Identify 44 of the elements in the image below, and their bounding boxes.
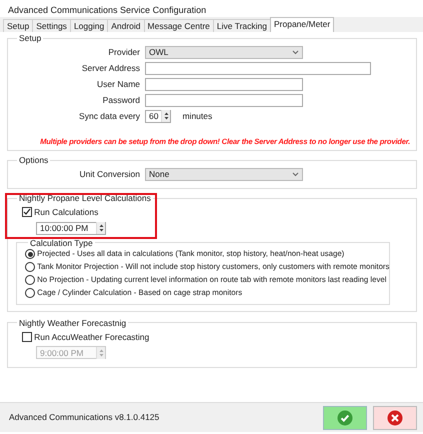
field-label: Unit Conversion (78, 169, 140, 180)
tab[interactable]: Propane/Meter (270, 17, 334, 32)
field-label: Provider (107, 46, 140, 58)
spin-field[interactable]: 60 (145, 110, 172, 122)
version-label: Advanced Communications v8.1.0.4125 (9, 412, 160, 423)
tab[interactable]: Setup (3, 19, 34, 32)
spin-field[interactable]: 10:00:00 PM (36, 222, 106, 235)
field-label: User Name (96, 78, 140, 90)
group-title: Calculation Type (29, 238, 94, 248)
dropdown[interactable]: None (145, 168, 303, 181)
close-icon (387, 410, 403, 426)
radio-button[interactable] (25, 275, 35, 286)
tab[interactable]: Logging (70, 19, 108, 32)
tab[interactable]: Android (107, 19, 145, 32)
group-title: Options (18, 156, 50, 165)
spinner-arrows-icon (162, 110, 172, 122)
checkbox-box[interactable] (22, 332, 32, 342)
field-label: Password (102, 94, 140, 106)
window-title: Advanced Communications Service Configuration (7, 4, 208, 17)
field-label: Server Address (80, 62, 140, 74)
group-title: Nightly Weather Forecastnig (18, 318, 128, 328)
tab[interactable]: Settings (32, 19, 71, 32)
radio-button[interactable] (25, 262, 35, 272)
cancel-button[interactable] (373, 406, 417, 430)
check-circle-icon (337, 410, 353, 426)
chevron-down-icon (292, 172, 299, 177)
checkbox[interactable]: Run Calculations (22, 207, 410, 218)
input-field[interactable] (145, 62, 371, 74)
group-title: Setup (18, 34, 42, 42)
unit-label: minutes (182, 110, 212, 122)
input-field[interactable] (145, 78, 303, 90)
password-field[interactable] (145, 94, 303, 106)
field-label: Sync data every (78, 110, 140, 122)
tab[interactable]: Message Centre (144, 19, 214, 32)
group-title: Nightly Propane Level Calculations (18, 194, 152, 202)
chevron-down-icon (292, 50, 299, 54)
ok-button[interactable] (323, 406, 367, 430)
tab[interactable]: Live Tracking (212, 19, 271, 32)
check-icon (23, 208, 31, 216)
radio-button[interactable] (25, 288, 35, 298)
dropdown[interactable]: OWL (145, 46, 303, 58)
radio-button[interactable] (25, 249, 35, 260)
checkbox-box[interactable] (22, 207, 32, 218)
checkbox[interactable]: Run AccuWeather Forecasting (22, 332, 410, 342)
